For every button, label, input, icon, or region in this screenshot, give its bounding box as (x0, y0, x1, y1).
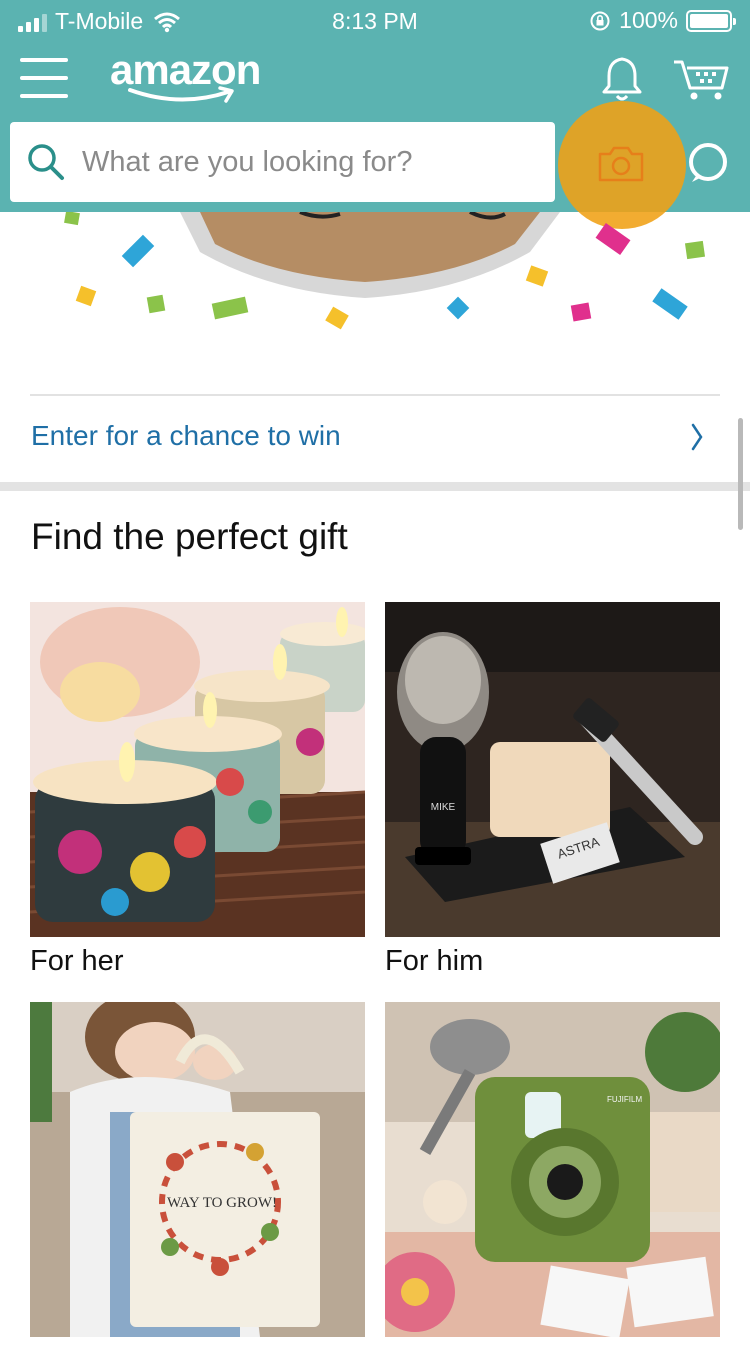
status-right: 100% (589, 7, 736, 34)
amazon-logo[interactable]: amazon (110, 46, 285, 108)
cart-icon[interactable] (672, 58, 730, 102)
promo-banner-image[interactable] (0, 212, 750, 362)
shaving-kit-image: MIKE ASTRA (385, 602, 720, 937)
search-bar[interactable] (10, 122, 555, 202)
tile-label: For her (30, 945, 124, 977)
camera-brand-label: FUJIFILM (607, 1095, 642, 1104)
scrollbar[interactable] (738, 418, 743, 530)
tile-label: For him (385, 945, 484, 977)
bag-slogan: WAY TO GROW! (167, 1195, 277, 1211)
divider (30, 394, 720, 396)
menu-icon[interactable] (20, 58, 68, 98)
instant-camera-image: FUJIFILM (385, 1002, 720, 1337)
bell-icon[interactable] (600, 56, 644, 102)
app-header: T-Mobile 8:13 PM 100% amazon (0, 0, 750, 229)
alexa-icon[interactable] (686, 140, 730, 184)
chevron-right-icon[interactable] (690, 422, 704, 452)
search-icon (28, 144, 64, 180)
gift-tile-for-her[interactable]: For her (30, 602, 365, 978)
gift-box-confetti-graphic (64, 212, 706, 330)
logo-smile-icon (128, 86, 234, 103)
rotation-lock-icon (590, 11, 610, 30)
section-title: Find the perfect gift (31, 516, 348, 557)
battery-percent: 100% (619, 7, 678, 33)
section-separator (0, 482, 750, 491)
brush-brand-label: MIKE (431, 802, 456, 813)
status-bar: T-Mobile 8:13 PM 100% (0, 0, 750, 42)
enter-to-win-link[interactable]: Enter for a chance to win (31, 420, 341, 452)
search-input[interactable] (80, 144, 544, 180)
gift-tile-kids[interactable]: WAY TO GROW! (30, 1002, 365, 1345)
candles-image (30, 602, 365, 937)
battery-icon (686, 9, 736, 32)
tote-bag-image: WAY TO GROW! (30, 1002, 365, 1337)
camera-icon[interactable] (596, 144, 646, 184)
gift-tile-camera[interactable]: FUJIFILM (385, 1002, 720, 1345)
gift-tile-for-him[interactable]: MIKE ASTRA For him (385, 602, 720, 978)
